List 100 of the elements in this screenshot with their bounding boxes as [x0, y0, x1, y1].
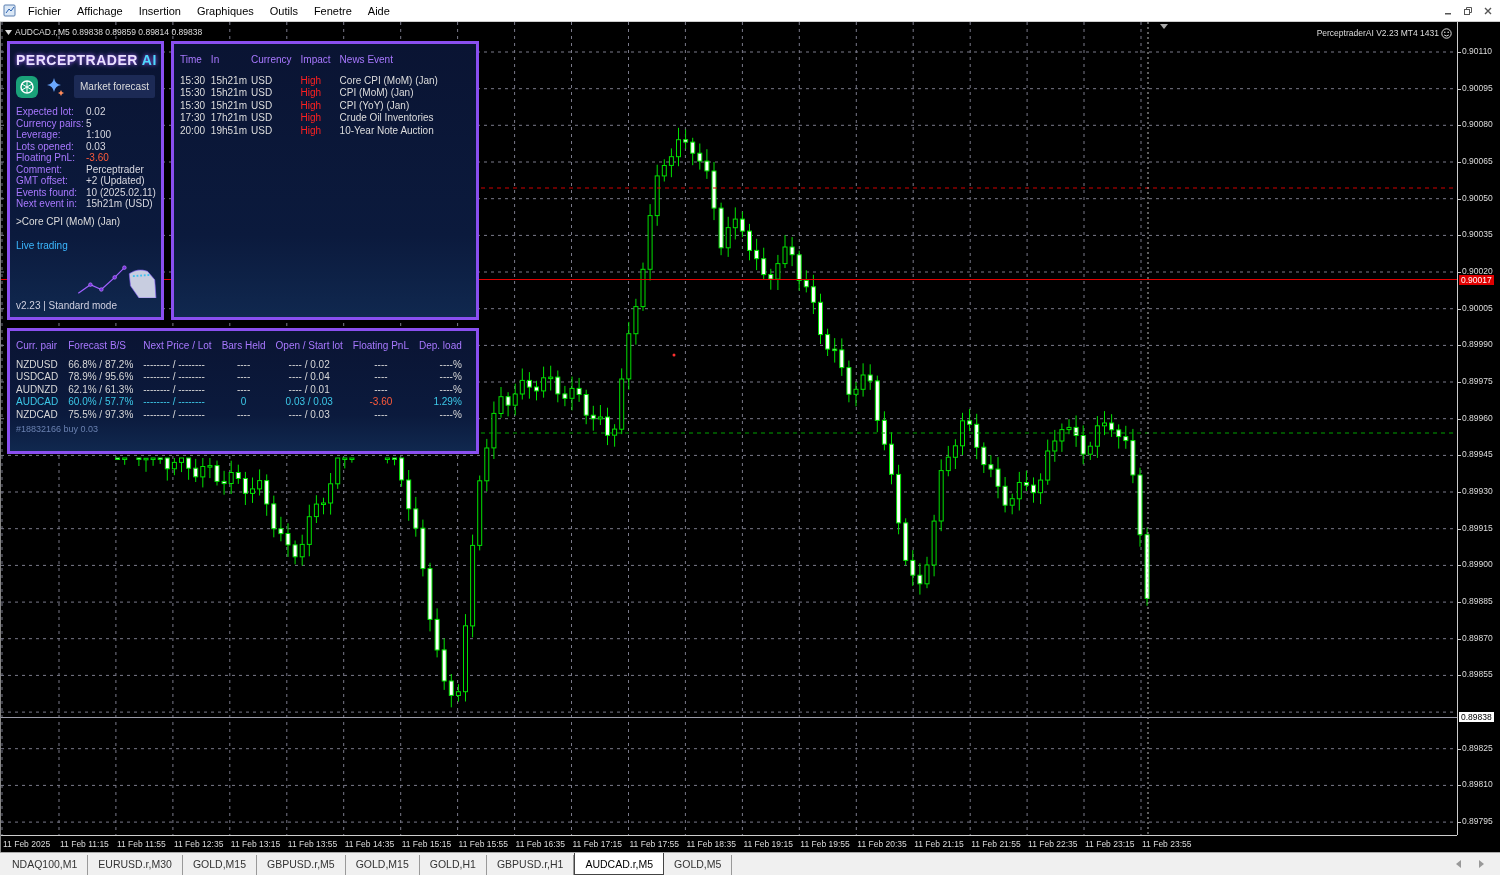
price-label: 0.89900 — [1462, 558, 1493, 572]
column-header: Time — [180, 54, 211, 67]
chart-tab[interactable]: GOLD,H1 — [419, 855, 487, 875]
chart-tab[interactable]: EURUSD.r,M30 — [88, 855, 183, 875]
price-label: 0.90020 — [1462, 265, 1493, 277]
table-row[interactable]: NZDUSD 66.8% / 87.2% -------- / -------- ---- ---- / 0.02 ---- ----% — [16, 358, 472, 371]
info-label: Comment: — [16, 163, 64, 175]
price-label: 0.90050 — [1462, 191, 1493, 205]
chart-tab[interactable]: NDAQ100,M1 — [2, 855, 89, 875]
price-label: 0.90110 — [1462, 45, 1493, 58]
time-label: 11 Feb 11:55 — [116, 838, 166, 851]
chart-tab[interactable]: GOLD,M15 — [182, 855, 257, 875]
column-header: News Event — [339, 54, 394, 67]
dot-icon — [672, 353, 676, 357]
table-cell: 15h21m — [210, 99, 251, 112]
price-label: 0.89945 — [1462, 448, 1493, 462]
time-label: 11 Feb 13:15 — [230, 838, 281, 851]
close-button[interactable] — [1483, 5, 1493, 16]
column-header: Open / Start lot — [275, 340, 353, 353]
table-cell: USD — [251, 99, 301, 112]
price-label: 0.90005 — [1462, 301, 1493, 315]
chart-tab[interactable]: GOLD,M15 — [345, 855, 420, 875]
table-cell: 15:30 — [180, 87, 211, 100]
price-label: 0.89810 — [1462, 778, 1493, 792]
table-cell: High — [300, 74, 340, 87]
menu-item[interactable]: Insertion — [130, 0, 189, 22]
logo-text: PERCEPTRADER AI — [16, 51, 155, 70]
price-label: 0.89795 — [1462, 815, 1493, 828]
candlestick — [960, 412, 965, 456]
table-cell: High — [300, 112, 340, 125]
order-note: #18832166 buy 0.03 — [16, 423, 100, 436]
chart-tab[interactable]: GOLD,M5 — [664, 855, 733, 875]
restore-button[interactable] — [1463, 5, 1473, 16]
candlestick — [747, 223, 752, 261]
live-trading-link[interactable]: Live trading — [16, 237, 68, 253]
time-label: 11 Feb 19:15 — [743, 838, 793, 851]
table-row[interactable]: USDCAD 78.9% / 95.6% -------- / -------- ---- ---- / 0.04 ---- ----% — [16, 371, 472, 384]
dropdown-icon[interactable] — [5, 29, 12, 35]
forecast-button[interactable]: Market forecast — [74, 75, 155, 98]
table-cell-text: CPI (MoM) (Jan) — [339, 87, 415, 100]
chart-tab[interactable]: AUDCAD.r,M5 — [574, 853, 665, 875]
column-header: In — [210, 54, 251, 67]
time-label: 11 Feb 23:15 — [1085, 838, 1135, 851]
price-label: 0.90035 — [1462, 228, 1493, 242]
menu-item[interactable]: Fichier — [20, 0, 69, 22]
time-label: 11 Feb 23:55 — [1142, 838, 1192, 851]
time-label: 11 Feb 12:35 — [173, 838, 224, 851]
menu-item[interactable]: Aide — [359, 0, 398, 22]
info-value: +2 (Updated) — [86, 175, 145, 187]
table-row[interactable]: AUDCAD 60.0% / 57.7% -------- / -------- 0 0.03 / 0.03 -3.60 1.29% — [16, 396, 472, 409]
price-label: 0.89885 — [1462, 595, 1493, 608]
time-label: 11 Feb 21:55 — [971, 838, 1021, 851]
chart-tab[interactable]: GBPUSD.r,M5 — [257, 855, 346, 875]
table-cell-text: CPI (YoY) (Jan) — [339, 99, 411, 112]
column-header: Floating PnL — [352, 340, 419, 353]
price-label: 0.89870 — [1462, 631, 1493, 645]
column-header: Forecast B/S — [68, 340, 128, 353]
app-icon[interactable] — [3, 4, 16, 17]
table-cell: High — [300, 124, 340, 137]
menu-item[interactable]: Outils — [261, 0, 306, 22]
time-label: 11 Feb 16:35 — [515, 838, 566, 851]
table-row[interactable]: AUDNZD 62.1% / 61.3% -------- / -------- ---- ---- / 0.01 ---- ----% — [16, 383, 472, 396]
table-cell: USD — [251, 124, 301, 137]
menu-item[interactable]: Graphiques — [188, 0, 262, 22]
column-header: Bars Held — [221, 340, 276, 353]
table-cell: 20:00 — [180, 124, 211, 137]
candlestick — [384, 457, 390, 464]
time-label: 11 Feb 2025 — [3, 838, 51, 851]
info-label: Next event in: — [16, 198, 79, 210]
candlestick — [818, 293, 823, 345]
time-label: 11 Feb 14:35 — [344, 838, 395, 851]
table-cell: High — [300, 99, 340, 112]
candlestick — [676, 127, 681, 167]
menu-item[interactable]: Fenetre — [305, 0, 360, 22]
candlestick — [250, 477, 255, 504]
time-label: 11 Feb 21:15 — [914, 838, 964, 851]
table-cell: USD — [251, 74, 301, 87]
table-cell: 15:30 — [180, 99, 211, 112]
candlestick — [534, 380, 539, 401]
table-row[interactable]: NZDCAD 75.5% / 97.3% -------- / -------- ---- ---- / 0.03 ---- ----% — [16, 408, 472, 421]
menu-item[interactable]: Affichage — [69, 0, 131, 22]
table-cell: 15:30 — [180, 74, 211, 87]
candlestick — [1102, 410, 1107, 436]
column-header: Curr. pair — [16, 340, 59, 353]
info-value: 0.03 — [86, 140, 106, 152]
column-header: Next Price / Lot — [143, 340, 222, 353]
price-label: 0.90065 — [1462, 155, 1493, 168]
table-cell-text: Crude Oil Inventories — [339, 112, 435, 125]
candlestick — [1031, 476, 1036, 504]
table-cell: USD — [251, 87, 301, 100]
candlestick — [392, 457, 397, 466]
info-label: Expected lot: — [16, 106, 75, 118]
table-cell: High — [300, 87, 340, 100]
price-label: 0.89990 — [1462, 338, 1493, 352]
table-cell: USD — [251, 112, 301, 125]
price-label: 0.89960 — [1462, 411, 1493, 425]
info-value: 1:100 — [86, 129, 112, 141]
price-label: 0.90095 — [1462, 81, 1493, 95]
info-value: 0.02 — [86, 106, 106, 118]
price-label: 0.90080 — [1462, 118, 1493, 132]
